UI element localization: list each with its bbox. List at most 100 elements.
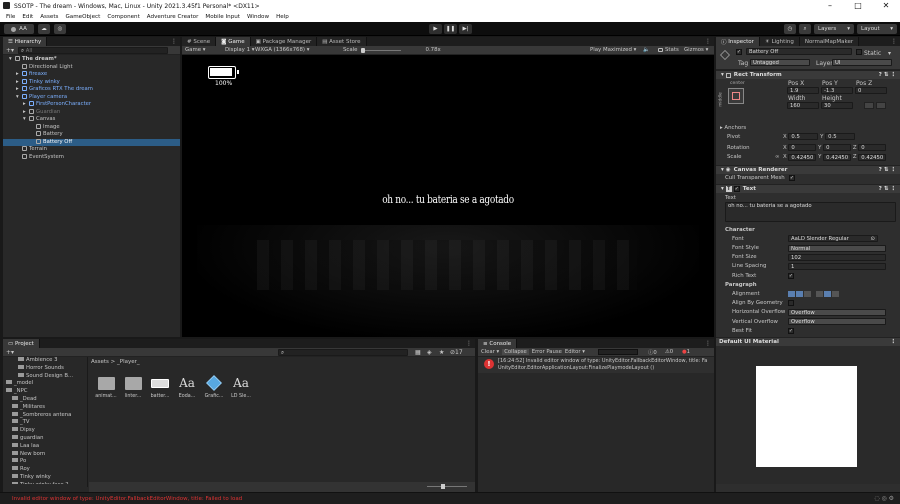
hierarchy-item[interactable]: ▾ The dream*: [3, 56, 180, 64]
more-options-icon[interactable]: ⋮: [705, 340, 711, 347]
asset-item[interactable]: Aa Eoda...: [175, 374, 199, 399]
status-message[interactable]: Invalid editor window of type: UnityEdit…: [12, 496, 242, 502]
game-viewport[interactable]: 100% oh no... tu bateria se a agotado: [197, 55, 699, 337]
v-overflow-dropdown[interactable]: Overflow: [788, 318, 886, 326]
mute-audio-button[interactable]: 🔈: [643, 47, 650, 53]
editor-dropdown[interactable]: Editor ▾: [565, 349, 585, 355]
line-spacing-field[interactable]: 1: [788, 262, 886, 270]
h-overflow-dropdown[interactable]: Overflow: [788, 308, 886, 316]
asset-item[interactable]: Aa LD Sle...: [229, 374, 253, 399]
pivot-y-field[interactable]: 0.5: [825, 133, 856, 141]
history-button[interactable]: ◷: [784, 24, 796, 34]
filter-by-label-icon[interactable]: ◈: [427, 349, 432, 356]
tab-inspector[interactable]: ⓘ Inspector: [716, 37, 760, 46]
project-folder-item[interactable]: Roy: [6, 466, 86, 474]
object-name-field[interactable]: Battery Off: [746, 48, 852, 55]
menu-adventure-creator[interactable]: Adventure Creator: [147, 14, 199, 20]
align-top-button[interactable]: [816, 291, 823, 298]
pos-x-field[interactable]: 1.9: [787, 87, 819, 94]
menu-assets[interactable]: Assets: [40, 14, 58, 20]
asset-item[interactable]: batter...: [148, 374, 172, 399]
layer-dropdown[interactable]: UI: [832, 59, 892, 66]
align-bottom-button[interactable]: [832, 291, 839, 298]
rotation-x-field[interactable]: 0: [788, 144, 817, 152]
project-folder-item[interactable]: _NPC: [6, 388, 86, 396]
project-folder-item[interactable]: Sound Design B...: [6, 372, 86, 381]
asset-item[interactable]: Grafic...: [202, 374, 226, 399]
menu-file[interactable]: File: [6, 14, 15, 20]
stats-button[interactable]: Stats: [658, 47, 680, 53]
anchors-row[interactable]: ▸ Anchors: [716, 123, 900, 132]
height-field[interactable]: 30: [821, 102, 853, 109]
collab-button[interactable]: ◎: [54, 24, 66, 34]
text-area[interactable]: oh no... tu bateria se a agotado: [725, 202, 896, 223]
display-mode-dropdown[interactable]: Game ▾: [185, 47, 225, 53]
hidden-packages-icon[interactable]: ⊘17: [450, 349, 463, 356]
project-folder-item[interactable]: Ambience 3: [6, 357, 86, 365]
cloud-button[interactable]: ☁: [38, 24, 50, 34]
project-folder-item[interactable]: New born: [6, 450, 86, 459]
project-tree-divider[interactable]: [87, 357, 88, 487]
more-options-icon[interactable]: ⋮: [705, 38, 711, 45]
maximize-button[interactable]: □: [844, 0, 872, 12]
hierarchy-item[interactable]: ▾ Player camera: [3, 93, 180, 102]
hierarchy-item[interactable]: ▾ Canvas: [3, 116, 180, 124]
filter-by-type-icon[interactable]: ▦: [415, 349, 421, 356]
rotation-y-field[interactable]: 0: [823, 144, 852, 152]
font-style-dropdown[interactable]: Normal: [788, 244, 886, 252]
layout-dropdown[interactable]: Layout ▾: [857, 24, 897, 34]
best-fit-checkbox[interactable]: ✓: [788, 327, 794, 334]
zoom-slider-thumb[interactable]: [441, 484, 445, 489]
text-component-header[interactable]: ▾ T ✓ Text ? ⇅ ⋮: [716, 183, 900, 193]
warning-count[interactable]: ⚠0: [665, 349, 673, 355]
menu-window[interactable]: Window: [247, 14, 269, 20]
tag-dropdown[interactable]: Untagged: [750, 59, 810, 66]
font-size-field[interactable]: 102: [788, 253, 886, 261]
project-folder-item[interactable]: _Dead: [6, 395, 86, 404]
minimize-button[interactable]: –: [816, 0, 844, 12]
rich-text-checkbox[interactable]: ✓: [788, 272, 794, 279]
hierarchy-item[interactable]: Terrain: [3, 146, 180, 154]
error-pause-button[interactable]: Error Pause: [532, 349, 562, 355]
gizmos-dropdown[interactable]: Gizmos ▾: [684, 47, 708, 53]
component-menu-icon[interactable]: ? ⇅ ⋮: [879, 167, 896, 173]
hierarchy-item[interactable]: ▸ Tinky winky: [3, 78, 180, 87]
error-count[interactable]: ●1: [682, 349, 690, 355]
tab-project[interactable]: ▭ Project: [3, 339, 40, 348]
project-folder-item[interactable]: Po: [6, 458, 86, 466]
rect-transform-header[interactable]: ▾ Rect Transform ? ⇅ ⋮: [716, 70, 900, 79]
hierarchy-item[interactable]: Battery: [3, 131, 180, 139]
blueprint-button[interactable]: [864, 102, 874, 109]
material-header[interactable]: Default UI Material ⋮: [716, 337, 900, 347]
project-folder-item[interactable]: _model: [6, 380, 86, 388]
favorite-icon[interactable]: ★: [439, 349, 444, 356]
more-options-icon[interactable]: ⋮: [466, 340, 472, 347]
active-checkbox[interactable]: ✓: [736, 49, 742, 55]
chevron-down-icon[interactable]: ▾: [888, 50, 891, 57]
tab-scene[interactable]: # Scene: [182, 37, 217, 46]
menu-gameobject[interactable]: GameObject: [65, 14, 100, 20]
step-button[interactable]: ▶|: [459, 24, 472, 34]
project-folder-item[interactable]: Tinky winky fase 2: [6, 481, 86, 484]
scale-z-field[interactable]: 0.42450: [858, 153, 887, 161]
resolution-dropdown[interactable]: WXGA (1366x768) ▾: [255, 47, 343, 53]
display-dropdown[interactable]: Display 1 ▾: [225, 47, 255, 53]
pause-button[interactable]: ❚❚: [444, 24, 457, 34]
tab-game[interactable]: ◙ Game: [216, 37, 251, 46]
project-folder-item[interactable]: Horror Sounds: [6, 364, 86, 373]
console-entry[interactable]: ! [16:24:52] Invalid editor window of ty…: [478, 357, 714, 373]
asset-item[interactable]: linter...: [121, 374, 145, 399]
align-center-button[interactable]: [796, 291, 803, 298]
pivot-x-field[interactable]: 0.5: [788, 133, 819, 141]
pos-z-field[interactable]: 0: [855, 87, 887, 94]
hierarchy-item[interactable]: ▸ Graficos RTX The dream: [3, 86, 180, 94]
account-button[interactable]: AA: [4, 24, 34, 34]
add-button[interactable]: +▾: [6, 47, 14, 54]
canvas-renderer-header[interactable]: ▾ ◉ Canvas Renderer ? ⇅ ⋮: [716, 164, 900, 174]
hierarchy-item[interactable]: Image: [3, 123, 180, 132]
scale-y-field[interactable]: 0.42450: [823, 153, 852, 161]
scale-slider-thumb[interactable]: [360, 47, 365, 53]
align-left-button[interactable]: [788, 291, 795, 298]
info-count[interactable]: ⓘ0: [648, 348, 657, 356]
hierarchy-item[interactable]: ▸ FirstPersonCharacter: [3, 101, 180, 109]
